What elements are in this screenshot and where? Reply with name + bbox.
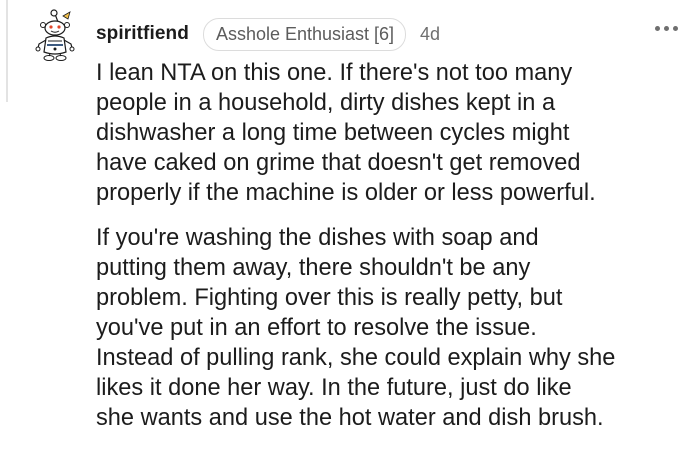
comment-line: she wants and use the hot water and dish… — [96, 405, 604, 431]
comment-line: people in a household, dirty dishes kept… — [96, 90, 556, 116]
comment-line: dishwasher a long time between cycles mi… — [96, 120, 570, 146]
snoo-avatar-icon — [35, 9, 75, 61]
comment-header: spiritfiend Asshole Enthusiast [6] 4d — [96, 17, 440, 51]
avatar[interactable] — [30, 8, 80, 64]
more-options-icon[interactable] — [655, 26, 678, 31]
more-dot — [673, 26, 678, 31]
more-dot — [664, 26, 669, 31]
comment-line: problem. Fighting over this is really pe… — [96, 285, 563, 311]
more-dot — [655, 26, 660, 31]
comment-line: likes it done her way. In the future, ju… — [96, 375, 572, 401]
user-flair: Asshole Enthusiast [6] — [202, 17, 407, 51]
username[interactable]: spiritfiend — [96, 23, 189, 45]
comment-line: you've put in an effort to resolve the i… — [96, 315, 537, 341]
comment-paragraph-1: I lean NTA on this one. If there's not t… — [96, 58, 686, 208]
comment-line: If you're washing the dishes with soap a… — [96, 225, 539, 251]
comment-paragraph-2: If you're washing the dishes with soap a… — [96, 223, 686, 433]
comment-line: I lean NTA on this one. If there's not t… — [96, 60, 573, 86]
comment-line: properly if the machine is older or less… — [96, 180, 596, 206]
comment-body: I lean NTA on this one. If there's not t… — [96, 58, 686, 433]
comment-line: putting them away, there shouldn't be an… — [96, 255, 531, 281]
thread-line[interactable] — [6, 0, 8, 102]
comment-age: 4d — [420, 23, 441, 44]
comment-line: Instead of pulling rank, she could expla… — [96, 345, 616, 371]
comment-line: have caked on grime that doesn't get rem… — [96, 150, 581, 176]
